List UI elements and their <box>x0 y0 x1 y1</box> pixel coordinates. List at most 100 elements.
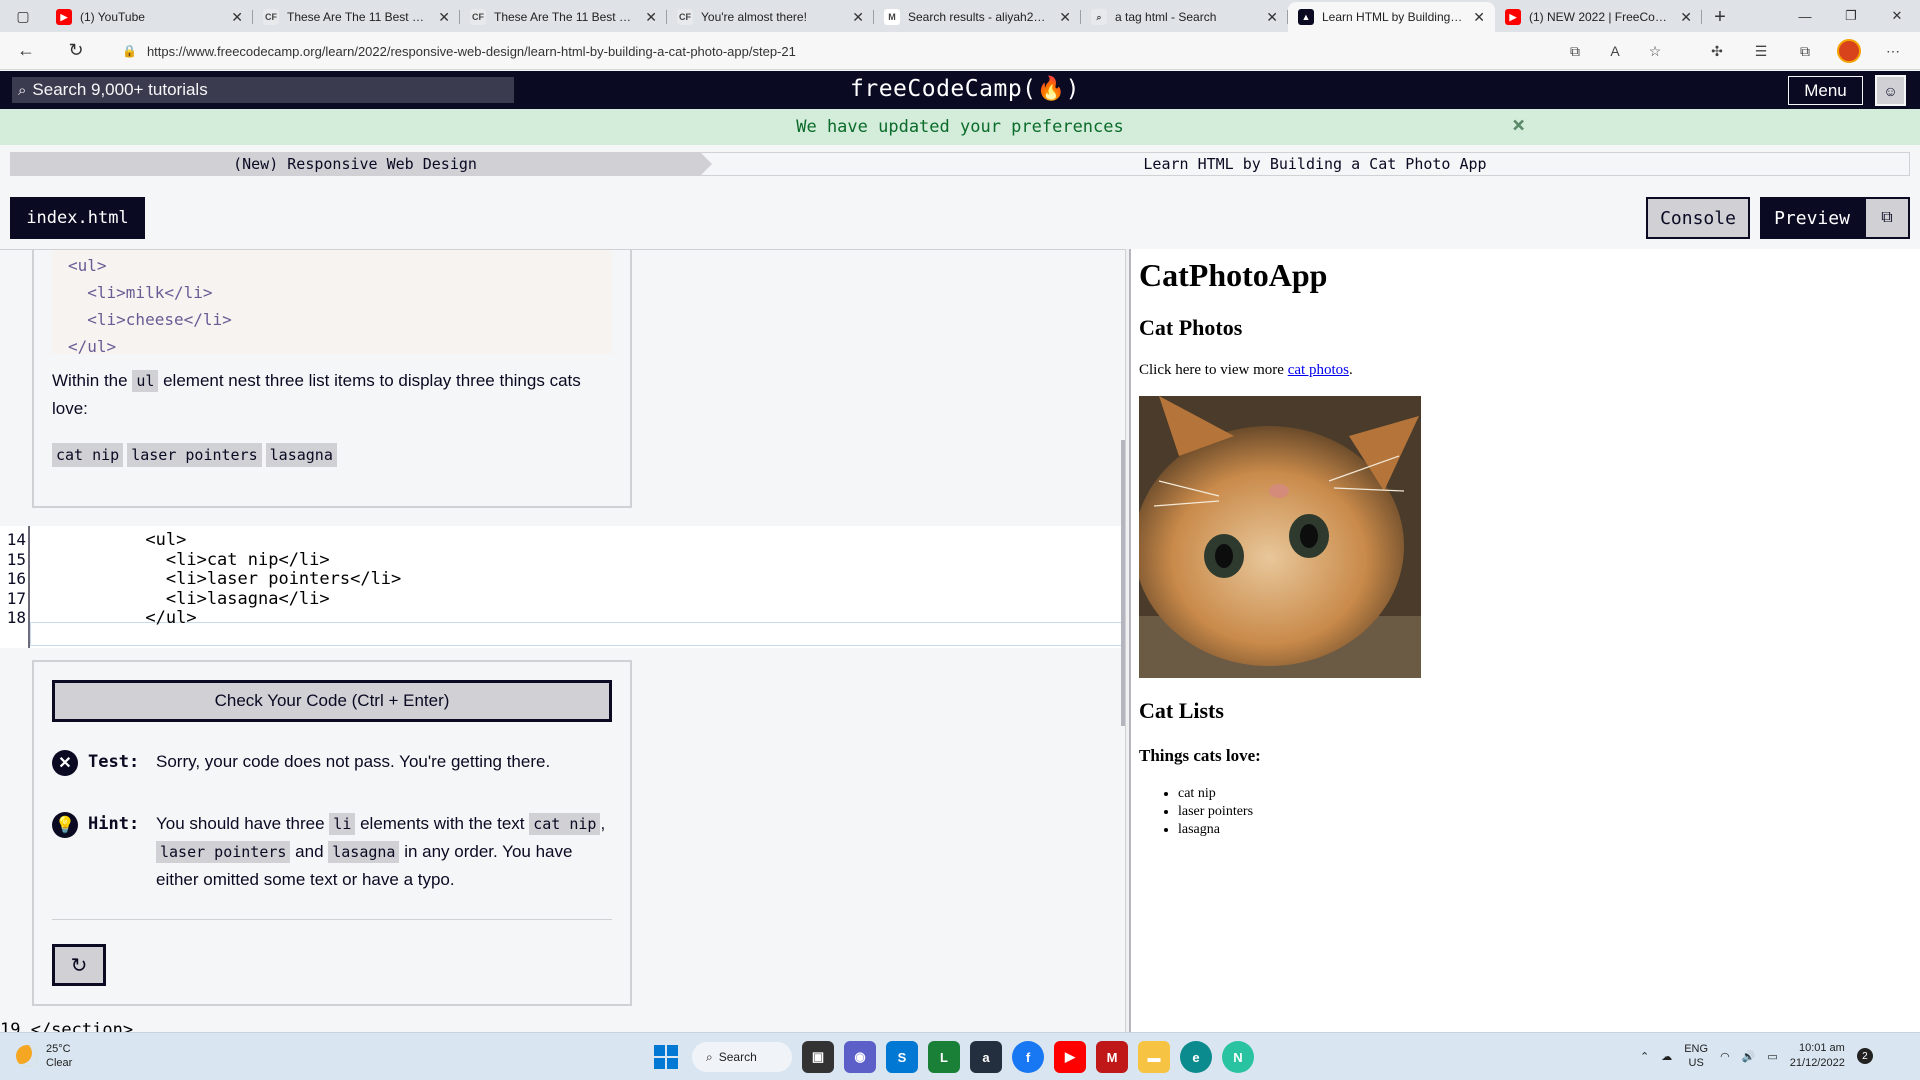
console-button[interactable]: Console <box>1646 197 1750 239</box>
tab-close-icon[interactable]: ✕ <box>1266 9 1278 26</box>
fcc-logo[interactable]: freeCodeCamp(🔥) <box>850 75 1080 102</box>
fail-x-icon: ✕ <box>52 750 78 776</box>
refresh-icon[interactable]: ↻ <box>56 35 96 67</box>
browser-tab[interactable]: ▶ (1) YouTube ✕ <box>46 2 253 32</box>
back-icon[interactable]: ← <box>6 35 46 67</box>
app-n-icon[interactable]: N <box>1222 1041 1254 1073</box>
instructions-text: Within the ul element nest three list it… <box>52 367 612 423</box>
reset-lesson-icon[interactable]: ↻ <box>52 944 106 986</box>
popout-preview-icon[interactable]: ⧉ <box>1864 197 1910 239</box>
app-l-icon[interactable]: L <box>928 1041 960 1073</box>
extensions-icon[interactable]: ✣ <box>1702 36 1732 66</box>
hint-text: , <box>600 814 606 833</box>
volume-icon[interactable]: 🔊 <box>1742 1050 1756 1063</box>
amazon-icon[interactable]: a <box>970 1041 1002 1073</box>
url-field[interactable]: 🔒 https://www.freecodecamp.org/learn/202… <box>108 36 1658 66</box>
breadcrumb-superblock[interactable]: (New) Responsive Web Design <box>10 152 712 176</box>
tab-actions-icon[interactable]: ▢ <box>0 0 46 32</box>
browser-tab[interactable]: ⌕ a tag html - Search ✕ <box>1081 2 1288 32</box>
task-view-icon[interactable]: ▣ <box>802 1041 834 1073</box>
read-aloud-icon[interactable]: A <box>1600 36 1630 66</box>
code-editor[interactable]: 14 <ul> 15 <li>cat nip</li> 16 <li>laser p… <box>0 526 1125 648</box>
preview-list-item: cat nip <box>1178 785 1253 803</box>
skype-icon[interactable]: S <box>886 1041 918 1073</box>
tab-list: ▶ (1) YouTube ✕ CF These Are The 11 Best Fre… <box>46 0 1702 32</box>
preview-button[interactable]: Preview <box>1760 197 1864 239</box>
collections-icon[interactable]: ⧉ <box>1790 36 1820 66</box>
facebook-icon[interactable]: f <box>1012 1041 1044 1073</box>
browser-tab[interactable]: ▶ (1) NEW 2022 | FreeCodeCam ✕ <box>1495 2 1702 32</box>
breadcrumb-block[interactable]: Learn HTML by Building a Cat Photo App <box>700 152 1910 176</box>
windows-taskbar: 25°C Clear ⌕ Search ▣ ◉ S L a f ▶ M ▬ e N… <box>0 1032 1920 1080</box>
code-line[interactable]: </ul> <box>84 608 196 628</box>
new-tab-button[interactable]: + <box>1702 2 1738 32</box>
cat-photos-link[interactable]: cat photos <box>1288 362 1349 378</box>
close-flash-icon[interactable]: × <box>1512 113 1525 138</box>
tab-close-icon[interactable]: ✕ <box>1680 9 1692 26</box>
code-line[interactable]: <li>lasagna</li> <box>84 589 330 609</box>
favorites-icon[interactable]: ☰ <box>1746 36 1776 66</box>
preview-h3: Things cats love: <box>1139 746 1261 765</box>
wifi-icon[interactable]: ◠ <box>1720 1050 1730 1063</box>
line-number: 14 <box>6 530 26 549</box>
editor-scrollbar[interactable] <box>1121 440 1125 726</box>
more-icon[interactable]: ⋯ <box>1878 36 1908 66</box>
tab-title: (1) NEW 2022 | FreeCodeCam <box>1529 10 1672 24</box>
language-indicator[interactable]: ENG US <box>1684 1042 1708 1070</box>
edge-icon[interactable]: e <box>1180 1041 1212 1073</box>
teams-chat-icon[interactable]: ◉ <box>844 1041 876 1073</box>
tab-title: Learn HTML by Building a Ca <box>1322 10 1466 24</box>
browser-tab[interactable]: CF These Are The 11 Best Free ✕ <box>460 2 667 32</box>
tab-title: These Are The 11 Best Free <box>287 10 431 24</box>
fcc-search-input[interactable]: ⌕ Search 9,000+ tutorials <box>12 77 514 103</box>
code-line[interactable]: <ul> <box>84 530 186 550</box>
tab-title: You're almost there! <box>701 10 807 24</box>
cat-photo-image[interactable] <box>1139 396 1421 678</box>
tab-close-icon[interactable]: ✕ <box>231 9 243 26</box>
menu-button[interactable]: Menu <box>1788 76 1863 105</box>
file-explorer-icon[interactable]: ▬ <box>1138 1041 1170 1073</box>
mcafee-icon[interactable]: M <box>1096 1041 1128 1073</box>
windows-start-icon[interactable] <box>650 1041 682 1073</box>
search-icon: ⌕ <box>706 1049 713 1064</box>
taskbar-search[interactable]: ⌕ Search <box>692 1042 792 1072</box>
close-window-icon[interactable]: ✕ <box>1874 0 1920 32</box>
youtube-icon[interactable]: ▶ <box>1054 1041 1086 1073</box>
preview-pane: CatPhotoApp Cat Photos Click here to vie… <box>1131 249 1920 1032</box>
battery-icon[interactable]: ▭ <box>1767 1050 1777 1063</box>
lock-icon[interactable]: 🔒 <box>122 44 137 58</box>
onedrive-icon[interactable]: ☁ <box>1661 1050 1672 1063</box>
tab-close-icon[interactable]: ✕ <box>438 9 450 26</box>
browser-tab[interactable]: M Search results - aliyah2005 ✕ <box>874 2 1081 32</box>
weather-widget[interactable]: 25°C Clear <box>16 1042 72 1070</box>
system-tray: ⌃ ☁ ENG US ◠ 🔊 ▭ 10:01 am 21/12/2022 2 <box>1640 1041 1873 1071</box>
tab-close-icon[interactable]: ✕ <box>1059 9 1071 26</box>
preview-list: cat niplaser pointerslasagna <box>1178 785 1253 839</box>
tab-close-icon[interactable]: ✕ <box>1473 9 1485 26</box>
browser-tab[interactable]: CF These Are The 11 Best Free ✕ <box>253 2 460 32</box>
tab-index-html[interactable]: index.html <box>10 197 145 239</box>
profile-avatar[interactable] <box>1834 36 1864 66</box>
favorite-star-icon[interactable]: ☆ <box>1640 36 1670 66</box>
chevron-up-icon[interactable]: ⌃ <box>1640 1050 1649 1063</box>
tab-close-icon[interactable]: ✕ <box>852 9 864 26</box>
instructions-panel: <ul> <li>milk</li> <li>cheese</li> </ul> … <box>32 250 632 508</box>
tab-close-icon[interactable]: ✕ <box>645 9 657 26</box>
notification-badge[interactable]: 2 <box>1856 1048 1873 1064</box>
clock[interactable]: 10:01 am 21/12/2022 <box>1790 1041 1845 1071</box>
code-line[interactable]: <li>cat nip</li> <box>84 550 330 570</box>
minimize-icon[interactable]: — <box>1782 0 1828 32</box>
preview-paragraph: Click here to view more cat photos. <box>1139 362 1353 379</box>
weather-condition: Clear <box>46 1057 73 1069</box>
restore-icon[interactable]: ❐ <box>1828 0 1874 32</box>
user-avatar-icon[interactable]: ☺ <box>1875 75 1906 106</box>
code-line[interactable]: <li>laser pointers</li> <box>84 569 401 589</box>
line-number: 15 <box>6 549 26 569</box>
app-available-icon[interactable]: ⧉ <box>1560 36 1590 66</box>
browser-tab[interactable]: CF You're almost there! ✕ <box>667 2 874 32</box>
hint-message: You should have three li elements with t… <box>156 810 612 894</box>
preview-p-text: Click here to view more <box>1139 362 1288 378</box>
check-code-button[interactable]: Check Your Code (Ctrl + Enter) <box>52 680 612 722</box>
clock-time: 10:01 am <box>1798 1042 1845 1054</box>
browser-tab[interactable]: ▲ Learn HTML by Building a Ca ✕ <box>1288 2 1495 32</box>
